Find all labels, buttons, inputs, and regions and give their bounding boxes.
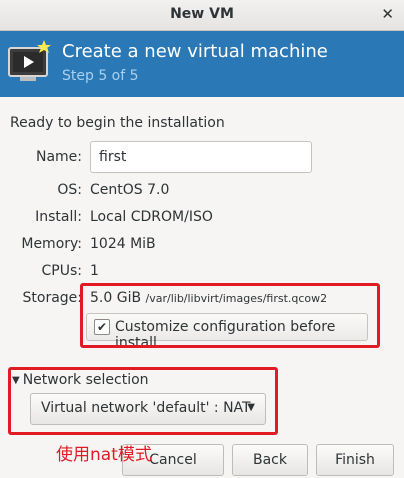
highlight-box-network bbox=[8, 367, 278, 435]
wizard-header: Create a new virtual machine Step 5 of 5 bbox=[0, 31, 404, 97]
name-label: Name: bbox=[35, 149, 82, 165]
back-button[interactable]: Back bbox=[232, 444, 308, 476]
ready-text: Ready to begin the installation bbox=[10, 115, 225, 131]
monitor-with-star-icon bbox=[8, 40, 51, 81]
finish-button[interactable]: Finish bbox=[316, 444, 394, 476]
annotation-text: 使用nat模式 bbox=[56, 445, 152, 465]
wizard-step: Step 5 of 5 bbox=[62, 68, 139, 84]
install-label: Install: bbox=[35, 209, 82, 225]
wizard-title: Create a new virtual machine bbox=[62, 41, 328, 62]
memory-value: 1024 MiB bbox=[90, 236, 156, 252]
memory-label: Memory: bbox=[21, 236, 82, 252]
os-label: OS: bbox=[57, 182, 82, 198]
highlight-box-storage bbox=[80, 283, 380, 348]
install-value: Local CDROM/ISO bbox=[90, 209, 213, 225]
os-value: CentOS 7.0 bbox=[90, 182, 170, 198]
window-title: New VM bbox=[170, 6, 234, 22]
storage-label: Storage: bbox=[22, 290, 83, 306]
window-titlebar: New VM ✕ bbox=[0, 0, 404, 31]
name-input[interactable] bbox=[90, 141, 312, 173]
cpus-label: CPUs: bbox=[41, 263, 82, 279]
cpus-value: 1 bbox=[90, 263, 99, 279]
close-icon[interactable]: ✕ bbox=[381, 5, 394, 23]
